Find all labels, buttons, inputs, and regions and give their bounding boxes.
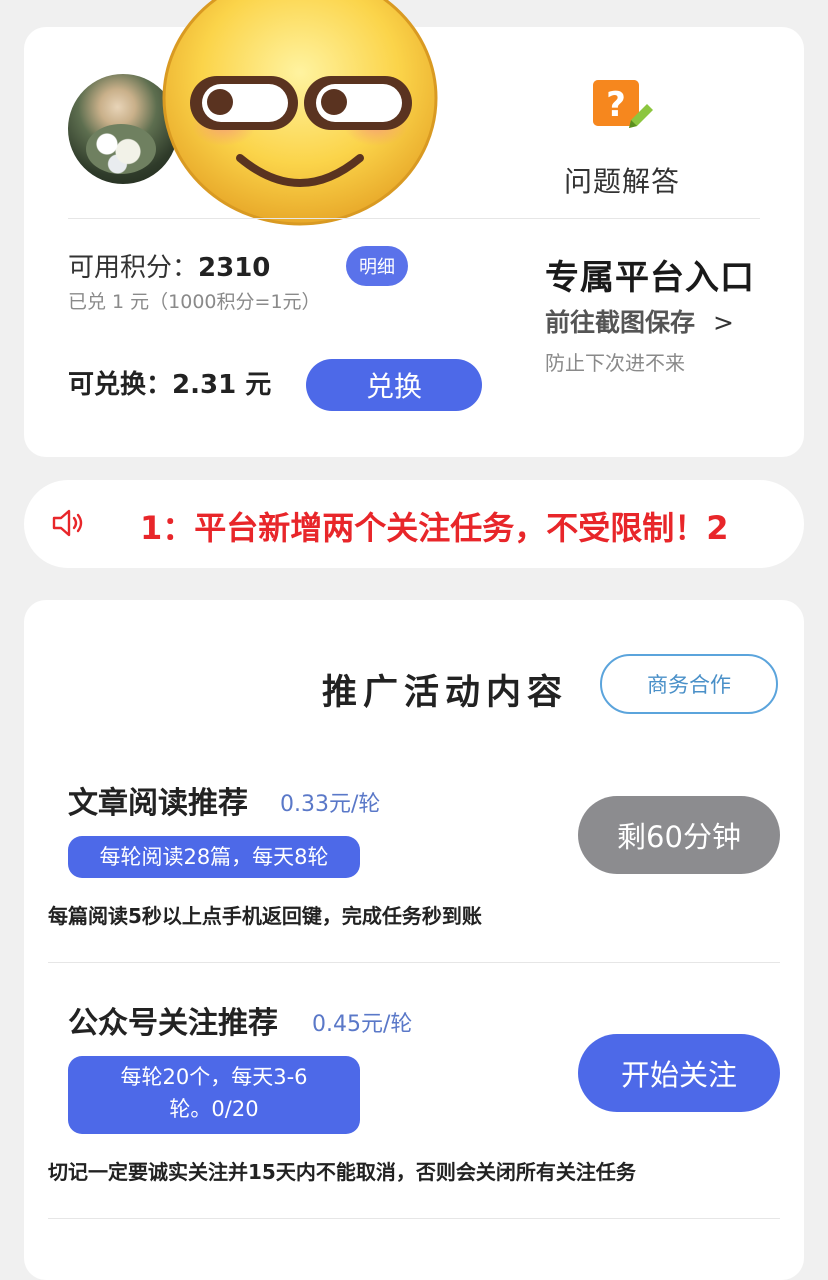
- smiling-emoji-sticker: [162, 0, 438, 226]
- task-description: 每篇阅读5秒以上点手机返回键，完成任务秒到账: [48, 904, 482, 928]
- platform-title: 专属平台入口: [545, 258, 755, 298]
- exchangeable-value: 2.31 元: [172, 370, 272, 400]
- detail-button[interactable]: 明细: [346, 246, 408, 286]
- task-tag: 每轮阅读28篇，每天8轮: [68, 836, 360, 878]
- exchangeable-display: 可兑换：2.31 元: [68, 364, 271, 401]
- exchange-button[interactable]: 兑换: [306, 359, 482, 411]
- task-price: 0.33元/轮: [280, 792, 381, 817]
- help-entry[interactable]: ? 问题解答: [560, 74, 684, 204]
- points-label: 可用积分：: [68, 253, 199, 283]
- business-cooperation-button[interactable]: 商务合作: [600, 654, 778, 714]
- start-follow-button[interactable]: 开始关注: [578, 1034, 780, 1112]
- divider: [68, 218, 760, 219]
- task-title: 公众号关注推荐: [68, 1006, 278, 1041]
- avatar-photo: [86, 124, 156, 174]
- exchangeable-label: 可兑换：: [68, 370, 173, 400]
- svg-text:?: ?: [606, 85, 626, 125]
- points-display: 可用积分：2310: [68, 247, 270, 284]
- task-description: 切记一定要诚实关注并15天内不能取消，否则会关闭所有关注任务: [48, 1160, 636, 1184]
- section-title: 推广活动内容: [322, 673, 569, 713]
- task-tag-line: 每轮20个，每天3-6: [120, 1065, 308, 1089]
- task-title: 文章阅读推荐: [68, 786, 248, 821]
- divider: [48, 962, 780, 963]
- speaker-icon: [50, 505, 86, 541]
- task-tag: 每轮20个，每天3-6 轮。0/20: [68, 1056, 360, 1134]
- divider: [48, 1218, 780, 1219]
- time-remaining-button[interactable]: 剩60分钟: [578, 796, 780, 874]
- help-label: 问题解答: [563, 165, 680, 198]
- question-note-icon: ?: [591, 76, 653, 138]
- notice-text[interactable]: 1：平台新增两个关注任务，不受限制！2: [140, 503, 780, 547]
- chevron-right-icon: >: [713, 308, 734, 337]
- redeemed-text: 已兑 1 元（1000积分=1元）: [68, 291, 321, 313]
- platform-note: 防止下次进不来: [545, 351, 685, 375]
- platform-link-label: 前往截图保存: [545, 308, 696, 337]
- points-value: 2310: [198, 253, 271, 283]
- task-tag-line: 轮。0/20: [169, 1097, 259, 1121]
- task-price: 0.45元/轮: [312, 1012, 413, 1037]
- platform-save-link[interactable]: 前往截图保存 >: [545, 303, 734, 339]
